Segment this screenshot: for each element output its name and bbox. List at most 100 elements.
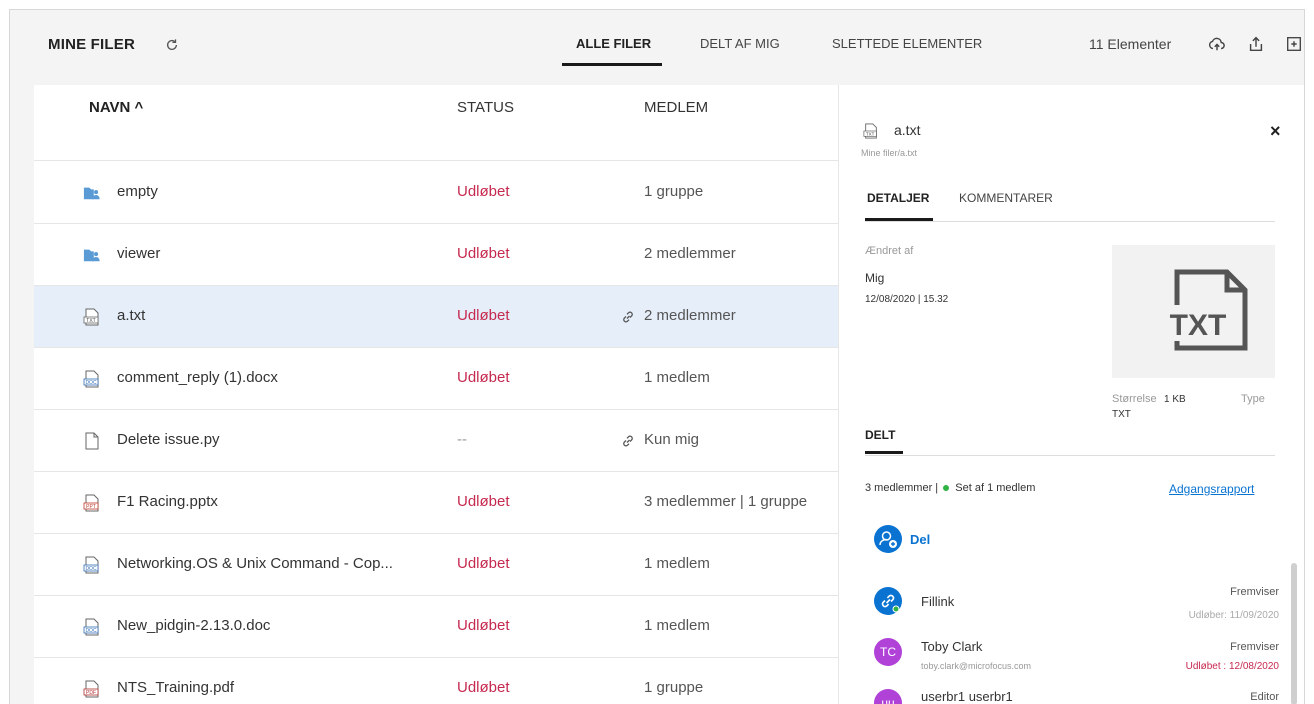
pdf-file-icon: PDF bbox=[83, 680, 99, 698]
size-label: Størrelse bbox=[1112, 393, 1157, 405]
file-member: 2 medlemmer bbox=[644, 245, 736, 262]
file-name: comment_reply (1).docx bbox=[117, 369, 278, 386]
file-status: Udløbet bbox=[457, 369, 510, 386]
details-file-path: Mine filer/a.txt bbox=[861, 148, 918, 158]
list-item[interactable]: DOC Networking.OS & Unix Command - Cop..… bbox=[34, 534, 838, 596]
seen-status-dot bbox=[943, 484, 950, 491]
refresh-icon[interactable] bbox=[165, 38, 179, 52]
ppt-file-icon: PPT bbox=[83, 494, 99, 512]
avatar: TC bbox=[874, 638, 902, 666]
share-button[interactable]: Del bbox=[910, 532, 930, 547]
tab-all-files[interactable]: ALLE FILER bbox=[576, 36, 651, 51]
list-item[interactable]: PPT F1 Racing.pptx Udløbet 3 medlemmer |… bbox=[34, 472, 838, 534]
list-divider bbox=[34, 160, 838, 161]
file-member: 1 medlem bbox=[644, 555, 710, 572]
details-panel: TXT a.txt Mine filer/a.txt × DETALJER KO… bbox=[838, 85, 1304, 704]
list-item[interactable]: empty Udløbet 1 gruppe bbox=[34, 162, 838, 224]
svg-text:PPT: PPT bbox=[86, 504, 96, 510]
member-name: Fillink bbox=[921, 594, 955, 609]
file-name: a.txt bbox=[117, 307, 146, 324]
tab-details[interactable]: DETALJER bbox=[867, 191, 929, 205]
thumbnail-type-text: TXT bbox=[1170, 309, 1227, 342]
svg-text:TXT: TXT bbox=[866, 131, 875, 136]
file-status: Udløbet bbox=[457, 183, 510, 200]
member-expiry: Udløber: 11/09/2020 bbox=[1188, 610, 1279, 621]
seen-by-count: Set af 1 medlem bbox=[955, 482, 1036, 494]
shared-folder-icon bbox=[83, 249, 100, 262]
svg-text:DOC: DOC bbox=[85, 566, 97, 572]
list-item-selected[interactable]: TXT a.txt Udløbet 2 medlemmer bbox=[34, 286, 838, 348]
add-member-icon[interactable] bbox=[874, 525, 902, 553]
svg-text:DOC: DOC bbox=[85, 628, 97, 634]
avatar: uu bbox=[874, 689, 902, 704]
modified-by-value: Mig bbox=[865, 271, 885, 285]
cloud-upload-icon[interactable] bbox=[1208, 35, 1226, 53]
shared-section-title: DELT bbox=[865, 428, 896, 442]
new-folder-icon[interactable] bbox=[1285, 35, 1303, 53]
link-icon bbox=[623, 435, 633, 447]
member-email: toby.clark@microfocus.com bbox=[921, 661, 1031, 671]
type-label: Type bbox=[1241, 393, 1265, 405]
member-role[interactable]: Fremviser bbox=[1159, 641, 1279, 653]
file-list: NAVN ^ STATUS MEDLEM empty Udløbet 1 gru… bbox=[34, 85, 838, 704]
member-count: 3 medlemmer | bbox=[865, 482, 939, 494]
file-status: Udløbet bbox=[457, 493, 510, 510]
file-member: 2 medlemmer bbox=[644, 307, 736, 324]
access-report-link[interactable]: Adgangsrapport bbox=[1169, 482, 1254, 496]
scrollbar[interactable] bbox=[1291, 563, 1297, 704]
file-member: 1 medlem bbox=[644, 617, 710, 634]
list-item[interactable]: Delete issue.py -- Kun mig bbox=[34, 410, 838, 472]
column-header-member[interactable]: MEDLEM bbox=[644, 99, 708, 116]
member-role[interactable]: Fremviser bbox=[1159, 586, 1279, 598]
shared-folder-icon bbox=[83, 187, 100, 200]
list-item[interactable]: viewer Udløbet 2 medlemmer bbox=[34, 224, 838, 286]
close-icon[interactable]: × bbox=[1270, 121, 1281, 142]
tab-shared-by-me[interactable]: DELT AF MIG bbox=[700, 36, 780, 51]
svg-text:TXT: TXT bbox=[86, 318, 95, 324]
file-member: Kun mig bbox=[644, 431, 700, 448]
file-status: -- bbox=[457, 431, 467, 448]
tab-underline bbox=[562, 63, 662, 66]
file-name: NTS_Training.pdf bbox=[117, 679, 234, 696]
list-item[interactable]: PDF NTS_Training.pdf Udløbet 1 gruppe bbox=[34, 658, 838, 704]
tab-deleted-items[interactable]: SLETTEDE ELEMENTER bbox=[832, 36, 982, 51]
doc-file-icon: DOC bbox=[83, 556, 99, 574]
file-icon bbox=[85, 432, 99, 450]
divider bbox=[865, 455, 1275, 456]
link-icon bbox=[623, 311, 633, 323]
doc-file-icon: DOC bbox=[83, 618, 99, 636]
file-member: 1 gruppe bbox=[644, 679, 704, 696]
file-name: F1 Racing.pptx bbox=[117, 493, 218, 510]
list-item[interactable]: DOC comment_reply (1).docx Udløbet 1 med… bbox=[34, 348, 838, 410]
list-item[interactable]: DOC New_pidgin-2.13.0.doc Udløbet 1 medl… bbox=[34, 596, 838, 658]
upload-icon[interactable] bbox=[1247, 35, 1265, 53]
app-frame: MINE FILER ALLE FILER DELT AF MIG SLETTE… bbox=[9, 9, 1305, 704]
column-header-name[interactable]: NAVN ^ bbox=[89, 99, 143, 116]
doc-file-icon: DOC bbox=[83, 370, 99, 388]
file-status: Udløbet bbox=[457, 555, 510, 572]
column-header-status[interactable]: STATUS bbox=[457, 99, 514, 116]
file-name: empty bbox=[117, 183, 158, 200]
txt-document-icon: TXT bbox=[1157, 269, 1248, 351]
modified-by-label: Ændret af bbox=[865, 245, 914, 257]
svg-text:DOC: DOC bbox=[85, 380, 97, 386]
file-preview-thumbnail: TXT bbox=[1112, 245, 1275, 378]
share-summary: 3 medlemmer | Set af 1 medlem bbox=[865, 482, 1035, 494]
details-file-name: a.txt bbox=[894, 122, 921, 138]
header-bar: MINE FILER ALLE FILER DELT AF MIG SLETTE… bbox=[10, 10, 1304, 85]
link-avatar-icon bbox=[874, 587, 902, 615]
txt-file-icon: TXT bbox=[863, 123, 877, 139]
member-expiry: Udløbet : 12/08/2020 bbox=[1185, 661, 1279, 672]
member-name: Toby Clark bbox=[921, 639, 983, 654]
file-status: Udløbet bbox=[457, 617, 510, 634]
modified-date: 12/08/2020 | 15.32 bbox=[865, 294, 949, 305]
size-value: 1 KB bbox=[1164, 394, 1186, 405]
file-status: Udløbet bbox=[457, 245, 510, 262]
member-role[interactable]: Editor bbox=[1159, 691, 1279, 703]
file-name: Networking.OS & Unix Command - Cop... bbox=[117, 555, 393, 572]
file-member: 1 medlem bbox=[644, 369, 710, 386]
file-status: Udløbet bbox=[457, 679, 510, 696]
item-count: 11 Elementer bbox=[1089, 36, 1172, 52]
member-name: userbr1 userbr1 bbox=[921, 689, 1013, 704]
tab-comments[interactable]: KOMMENTARER bbox=[959, 191, 1053, 205]
